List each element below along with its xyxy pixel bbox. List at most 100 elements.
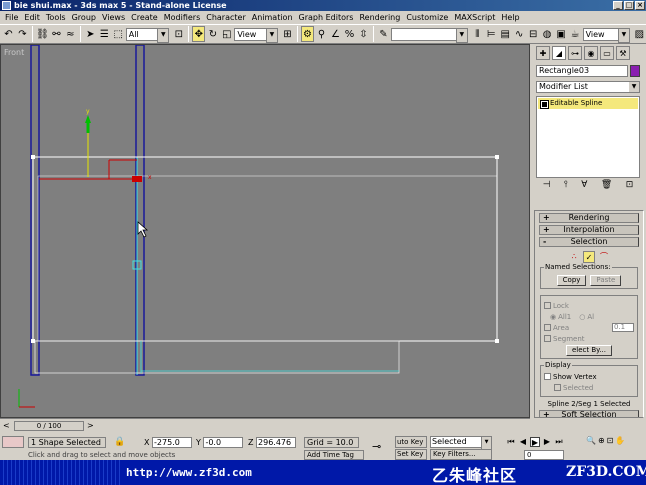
object-name-field[interactable]: Rectangle03: [536, 65, 628, 77]
create-tab-icon[interactable]: ✚: [536, 46, 550, 60]
spline-level-icon[interactable]: ⌒: [598, 251, 610, 263]
zoom-extents-icon[interactable]: ⊡: [607, 436, 614, 445]
select-and-scale-icon[interactable]: ◱: [220, 26, 233, 42]
select-by-name-icon[interactable]: ☰: [98, 26, 111, 42]
menu-animation[interactable]: Animation: [249, 13, 296, 22]
maxscript-listener-swatch[interactable]: [2, 436, 24, 448]
show-vertex-numbers-checkbox[interactable]: Show Vertex: [544, 372, 634, 381]
z-coordinate-field[interactable]: [256, 437, 297, 448]
motion-tab-icon[interactable]: ◉: [584, 46, 598, 60]
select-and-move-icon[interactable]: ✥: [192, 26, 206, 42]
material-editor-icon[interactable]: ◍: [541, 26, 554, 42]
handle-mode-radios[interactable]: ◉ All1 ○ Al: [544, 312, 634, 321]
menu-file[interactable]: File: [2, 13, 21, 22]
rollout-soft-selection[interactable]: + Soft Selection: [539, 410, 639, 417]
object-color-swatch[interactable]: [630, 65, 640, 77]
render-view-dropdown[interactable]: View: [582, 27, 631, 43]
minimize-button[interactable]: _: [613, 1, 623, 10]
maximize-button[interactable]: □: [624, 1, 634, 10]
key-filters-button[interactable]: Key Filters...: [430, 449, 492, 460]
spinner-snap-icon[interactable]: ⇳: [357, 26, 370, 42]
rectangular-selection-icon[interactable]: ⬚: [112, 26, 125, 42]
rollout-rendering[interactable]: + Rendering: [539, 213, 639, 223]
menu-graph-editors[interactable]: Graph Editors: [296, 13, 357, 22]
undo-icon[interactable]: ↶: [2, 26, 15, 42]
area-selection-checkbox[interactable]: Area 0.1: [544, 323, 634, 332]
menu-maxscript[interactable]: MAXScript: [451, 13, 498, 22]
stack-item-editable-spline[interactable]: Editable Spline: [538, 98, 638, 109]
viewport-canvas[interactable]: y x: [1, 45, 530, 418]
angle-snap-icon[interactable]: ∠: [329, 26, 342, 42]
display-tab-icon[interactable]: ▭: [600, 46, 614, 60]
pivot-center-icon[interactable]: ⊞: [281, 26, 294, 42]
configure-sets-icon[interactable]: ⊡: [626, 180, 634, 194]
previous-frame-icon[interactable]: ◀: [518, 437, 528, 447]
paste-button[interactable]: Paste: [590, 275, 622, 286]
front-viewport[interactable]: Front y x: [0, 44, 530, 418]
vertex-level-icon[interactable]: ∴: [568, 251, 580, 263]
window-crossing-icon[interactable]: ⊡: [172, 26, 185, 42]
rollout-selection[interactable]: - Selection: [539, 237, 639, 247]
layer-manager-icon[interactable]: ▤: [499, 26, 512, 42]
current-frame-field[interactable]: 0: [524, 450, 564, 460]
selection-lock-icon[interactable]: 🔒: [114, 437, 125, 447]
modifier-list-dropdown[interactable]: Modifier List: [536, 81, 640, 93]
percent-snap-icon[interactable]: %: [343, 26, 356, 42]
time-slider-next-icon[interactable]: >: [87, 421, 94, 430]
segment-level-icon[interactable]: ✓: [583, 251, 595, 263]
unlink-icon[interactable]: ⚯: [50, 26, 63, 42]
time-slider[interactable]: 0 / 100: [14, 421, 84, 431]
redo-icon[interactable]: ↷: [16, 26, 29, 42]
select-and-link-icon[interactable]: ⛓: [36, 26, 49, 42]
pan-icon[interactable]: ✋: [615, 436, 625, 445]
key-selection-dropdown[interactable]: Selected: [430, 436, 492, 450]
time-slider-prev-icon[interactable]: <: [3, 421, 10, 430]
show-end-result-icon[interactable]: ⫯: [564, 180, 568, 194]
menu-edit[interactable]: Edit: [21, 13, 43, 22]
menu-tools[interactable]: Tools: [43, 13, 69, 22]
select-manipulate-icon[interactable]: ⚙: [300, 26, 315, 42]
reference-coord-dropdown[interactable]: View: [234, 27, 278, 43]
render-scene-icon[interactable]: ▣: [555, 26, 568, 42]
snap-toggle-icon[interactable]: ⚲: [315, 26, 328, 42]
y-coordinate-field[interactable]: [203, 437, 244, 448]
menu-modifiers[interactable]: Modifiers: [161, 13, 204, 22]
quick-render-icon[interactable]: ☕: [569, 26, 582, 42]
selection-filter-dropdown[interactable]: All: [125, 27, 169, 43]
mirror-icon[interactable]: ⫴: [471, 26, 484, 42]
copy-button[interactable]: Copy: [556, 275, 587, 286]
bind-space-warp-icon[interactable]: ≈: [64, 26, 77, 42]
lock-handles-checkbox[interactable]: Lock: [544, 301, 634, 310]
menu-group[interactable]: Group: [69, 13, 99, 22]
zoom-icon[interactable]: 🔍: [586, 436, 596, 445]
edit-named-selection-icon[interactable]: ✎: [377, 26, 390, 42]
menu-rendering[interactable]: Rendering: [356, 13, 403, 22]
segment-end-checkbox[interactable]: Segment: [544, 334, 634, 343]
rollout-interpolation[interactable]: + Interpolation: [539, 225, 639, 235]
make-unique-icon[interactable]: ∀: [581, 180, 587, 194]
next-frame-icon[interactable]: ▶: [542, 437, 552, 447]
select-by-button[interactable]: elect By...: [566, 345, 612, 356]
key-mode-icon[interactable]: ⊸: [372, 440, 381, 453]
menu-character[interactable]: Character: [203, 13, 249, 22]
add-time-tag-button[interactable]: Add Time Tag: [304, 450, 364, 460]
modify-tab-icon[interactable]: ◢: [552, 46, 566, 60]
menu-views[interactable]: Views: [99, 13, 128, 22]
select-object-icon[interactable]: ➤: [84, 26, 97, 42]
x-coordinate-field[interactable]: [152, 437, 193, 448]
play-icon[interactable]: ▶: [530, 437, 540, 447]
remove-modifier-icon[interactable]: 🗑: [601, 180, 612, 194]
named-selection-dropdown[interactable]: [390, 27, 468, 43]
render-last-icon[interactable]: ▨: [633, 26, 646, 42]
menu-help[interactable]: Help: [498, 13, 522, 22]
menu-customize[interactable]: Customize: [403, 13, 451, 22]
go-to-end-icon[interactable]: ⏭: [554, 437, 564, 447]
auto-key-button[interactable]: uto Key: [395, 436, 427, 448]
select-and-rotate-icon[interactable]: ↻: [206, 26, 219, 42]
close-button[interactable]: ×: [635, 1, 645, 10]
curve-editor-icon[interactable]: ∿: [513, 26, 526, 42]
pin-stack-icon[interactable]: ⊣: [543, 180, 551, 194]
zoom-all-icon[interactable]: ⊕: [598, 436, 605, 445]
area-spinner[interactable]: 0.1: [612, 323, 634, 332]
selected-only-checkbox[interactable]: Selected: [544, 383, 634, 392]
